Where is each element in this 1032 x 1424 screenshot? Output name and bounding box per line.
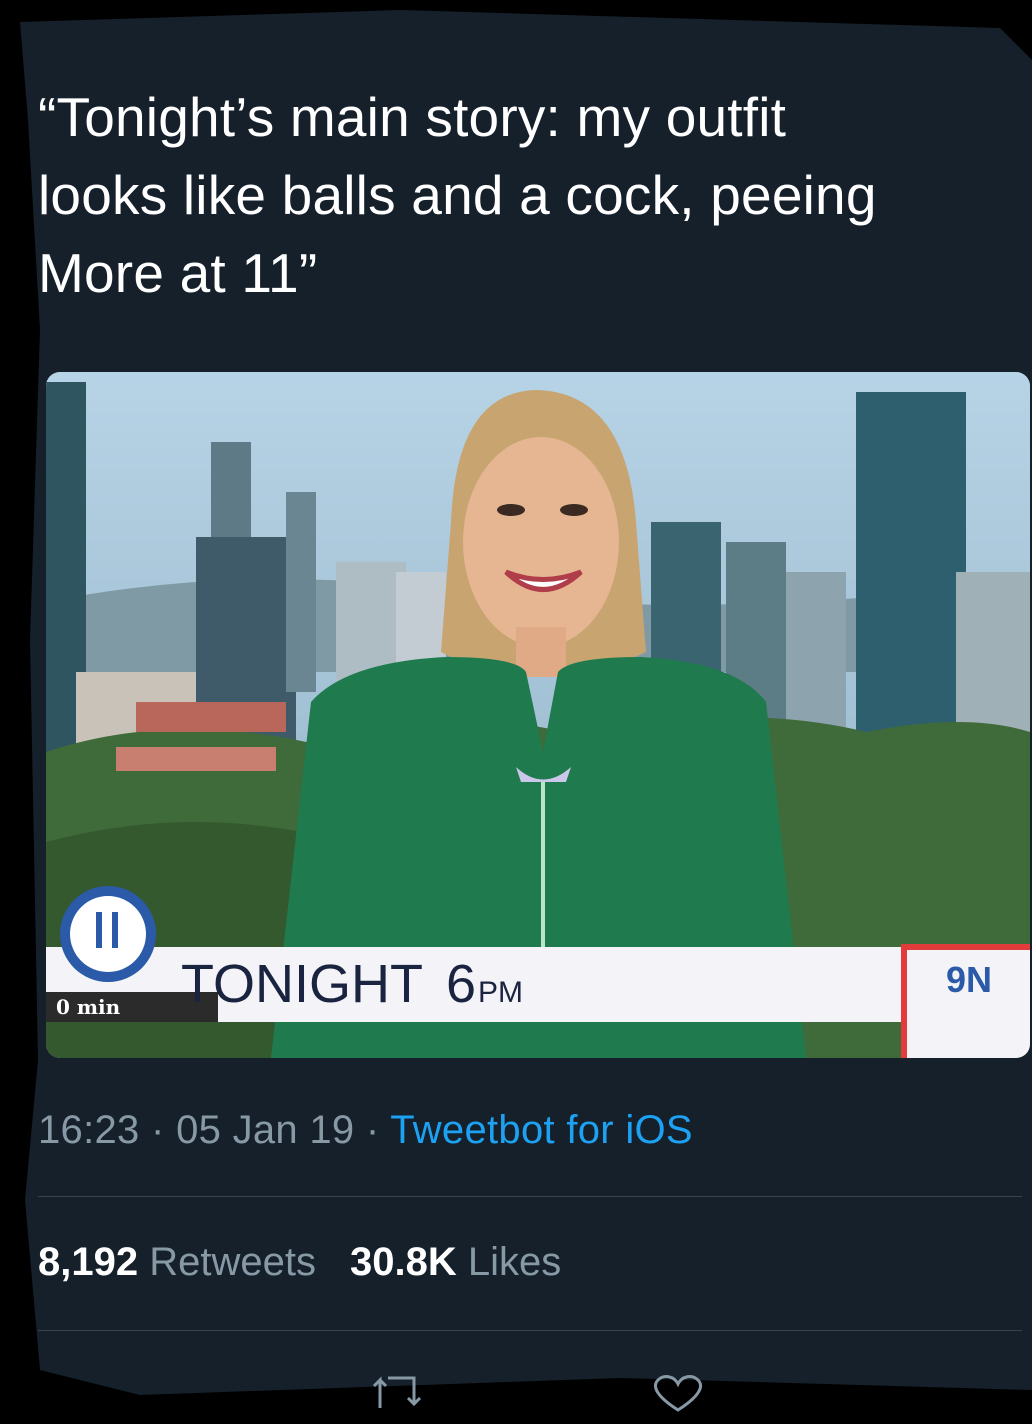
news-broadcast-image: 0 min TONIGHT 6 PM 9N bbox=[46, 372, 1030, 1058]
tweet-meta: 16:23 · 05 Jan 19 · Tweetbot for iOS bbox=[38, 1108, 693, 1153]
meta-separator: · bbox=[354, 1108, 391, 1152]
retweets-count: 8,192 bbox=[38, 1240, 139, 1284]
tweet-media[interactable]: 0 min TONIGHT 6 PM 9N bbox=[46, 372, 1030, 1058]
tweet-time: 16:23 bbox=[38, 1108, 140, 1152]
retweets-label: Retweets bbox=[149, 1240, 316, 1284]
likes-count: 30.8K bbox=[349, 1240, 457, 1284]
retweets-stat[interactable]: 8,192 Retweets bbox=[38, 1240, 316, 1284]
divider bbox=[38, 1196, 1022, 1197]
channel-logo: 9N bbox=[946, 959, 992, 1000]
divider bbox=[38, 1330, 1022, 1331]
tweet-text: “Tonight’s main story: my outfit looks l… bbox=[38, 86, 877, 304]
lower-third-title: TONIGHT bbox=[181, 954, 423, 1014]
tweet-date: 05 Jan 19 bbox=[176, 1108, 355, 1152]
likes-label: Likes bbox=[467, 1240, 562, 1284]
meta-separator: · bbox=[139, 1108, 177, 1152]
heart-icon[interactable] bbox=[650, 1372, 706, 1423]
lower-third-time-suffix: PM bbox=[478, 976, 523, 1009]
tweet-source-link[interactable]: Tweetbot for iOS bbox=[390, 1108, 693, 1152]
lower-third-time: 6 bbox=[446, 954, 476, 1014]
likes-stat[interactable]: 30.8K Likes bbox=[350, 1240, 561, 1284]
tweet-stats: 8,192 Retweets 30.8K Likes bbox=[38, 1240, 561, 1285]
badge-subtext: 0 min bbox=[56, 995, 121, 1019]
retweet-icon[interactable] bbox=[370, 1372, 434, 1423]
